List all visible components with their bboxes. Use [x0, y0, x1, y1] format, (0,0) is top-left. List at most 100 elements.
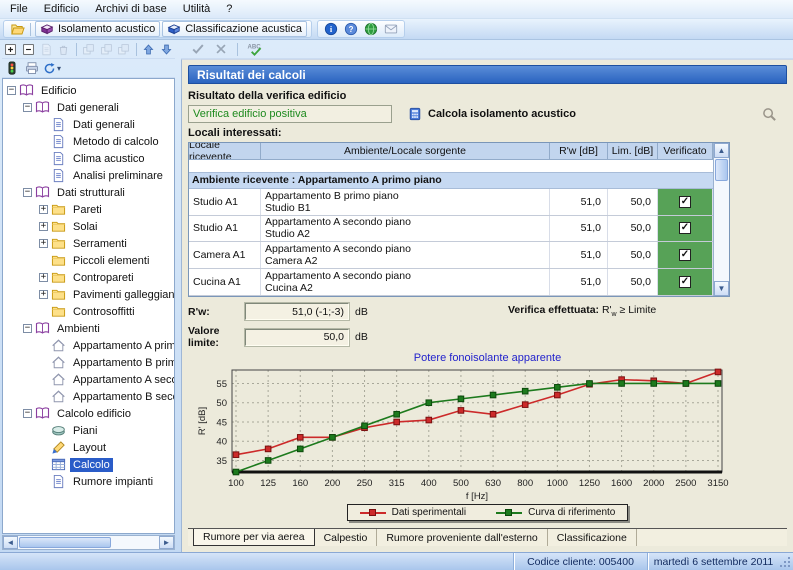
table-row[interactable]: Studio A1 Appartamento A secondo pianoSt…	[189, 216, 713, 243]
table-vertical-scrollbar[interactable]: ▲ ▼	[713, 143, 729, 296]
classificazione-acustica-button[interactable]: Classificazione acustica	[162, 21, 307, 37]
scrollbar-thumb[interactable]	[715, 159, 728, 181]
svg-text:315: 315	[389, 478, 405, 489]
verified-checkbox[interactable]: ✓	[679, 222, 691, 234]
verified-checkbox[interactable]: ✓	[679, 249, 691, 261]
scroll-left-icon[interactable]: ◄	[3, 536, 18, 549]
web-button[interactable]	[362, 21, 380, 37]
col-rw[interactable]: R'w [dB]	[550, 143, 608, 160]
paste-button[interactable]	[116, 41, 132, 57]
spellcheck-button[interactable]	[245, 41, 263, 57]
tree-item-piccoli-elementi[interactable]: Piccoli elementi	[3, 252, 174, 269]
expand-expander-icon[interactable]: +	[39, 239, 48, 248]
col-verificato[interactable]: Verificato	[658, 143, 713, 160]
collapse-expander-icon[interactable]: −	[23, 188, 32, 197]
expand-all-button[interactable]	[3, 41, 19, 57]
scroll-down-icon[interactable]: ▼	[714, 281, 729, 296]
move-down-button[interactable]	[158, 41, 174, 57]
collapse-expander-icon[interactable]: −	[23, 324, 32, 333]
tree-horizontal-scrollbar[interactable]: ◄ ►	[2, 535, 175, 550]
tree-item-rumore-impianti[interactable]: Rumore impianti	[3, 473, 174, 490]
tree-item-layout[interactable]: Layout	[3, 439, 174, 456]
tree-item-dati-strutturali[interactable]: −Dati strutturali	[3, 184, 174, 201]
menu-edificio[interactable]: Edificio	[36, 1, 87, 17]
tree-item-ambienti[interactable]: −Ambienti	[3, 320, 174, 337]
cancel-button[interactable]	[212, 41, 230, 57]
menu-file[interactable]: File	[2, 1, 36, 17]
tree-item-appartamento-b-secondo-piano[interactable]: Appartamento B secondo piano	[3, 388, 174, 405]
tab-rumore-esterno[interactable]: Rumore proveniente dall'esterno	[377, 529, 547, 546]
scroll-right-icon[interactable]: ►	[159, 536, 174, 549]
tree-item-controsoffitti[interactable]: Controsoffitti	[3, 303, 174, 320]
mail-button[interactable]	[382, 21, 400, 37]
tree-item-solai[interactable]: +Solai	[3, 218, 174, 235]
menu-archivi-di-base[interactable]: Archivi di base	[87, 1, 175, 17]
delete-item-button[interactable]	[56, 41, 72, 57]
toolbar-separator	[136, 43, 137, 56]
verified-checkbox[interactable]: ✓	[679, 196, 691, 208]
table-row[interactable]: Cucina A1 Appartamento A secondo pianoCu…	[189, 269, 713, 296]
classificazione-acustica-label: Classificazione acustica	[185, 23, 302, 35]
verified-checkbox[interactable]: ✓	[679, 276, 691, 288]
tree-item-dati-generali[interactable]: Dati generali	[3, 116, 174, 133]
tree-item-serramenti[interactable]: +Serramenti	[3, 235, 174, 252]
folder-icon	[51, 202, 66, 217]
expand-expander-icon[interactable]: +	[39, 273, 48, 282]
result-field[interactable]: Verifica edificio positiva	[188, 105, 392, 123]
duplicate-button[interactable]	[98, 41, 114, 57]
tree-item-calcolo[interactable]: Calcolo	[3, 456, 174, 473]
traffic-light-button[interactable]	[3, 60, 21, 76]
move-up-button[interactable]	[141, 41, 157, 57]
tab-rumore-per-via-aerea[interactable]: Rumore per via aerea	[193, 529, 315, 546]
tree-item-analisi-preliminare[interactable]: Analisi preliminare	[3, 167, 174, 184]
open-folder-button[interactable]	[8, 21, 26, 37]
calcola-isolamento-button[interactable]: Calcola isolamento acustico	[408, 107, 576, 121]
tree-item-pavimenti-galleggianti[interactable]: +Pavimenti galleggianti	[3, 286, 174, 303]
col-locale-ricevente[interactable]: Locale ricevente	[189, 143, 261, 160]
tab-calpestio[interactable]: Calpestio	[315, 529, 378, 546]
tree-item-edificio[interactable]: −Edificio	[3, 82, 174, 99]
svg-text:500: 500	[453, 478, 469, 489]
folder-icon	[51, 304, 66, 319]
magnifier-icon[interactable]	[762, 107, 777, 122]
refresh-dropdown-icon[interactable]: ▾	[57, 64, 61, 73]
tree-item-contropareti[interactable]: +Contropareti	[3, 269, 174, 286]
tree-item-appartamento-a-primo-piano[interactable]: Appartamento A primo piano	[3, 337, 174, 354]
panel-title: Risultati dei calcoli	[188, 65, 787, 84]
tree-item-dati-generali-group[interactable]: −Dati generali	[3, 99, 174, 116]
scroll-up-icon[interactable]: ▲	[714, 143, 729, 158]
copy-button[interactable]	[81, 41, 97, 57]
expand-expander-icon[interactable]: +	[39, 205, 48, 214]
new-item-button[interactable]	[38, 41, 54, 57]
menu-help[interactable]: ?	[218, 1, 240, 17]
collapse-expander-icon[interactable]: −	[23, 103, 32, 112]
collapse-expander-icon[interactable]: −	[23, 409, 32, 418]
tree-item-piani[interactable]: Piani	[3, 422, 174, 439]
tree-item-appartamento-b-primo-piano[interactable]: Appartamento B primo piano	[3, 354, 174, 371]
isolamento-acustico-button[interactable]: Isolamento acustico	[35, 21, 160, 37]
info-button[interactable]	[322, 21, 340, 37]
table-row[interactable]: Studio A1 Appartamento B primo pianoStud…	[189, 189, 713, 216]
collapse-all-button[interactable]	[21, 41, 37, 57]
collapse-expander-icon[interactable]: −	[7, 86, 16, 95]
menu-utilita[interactable]: Utilità	[175, 1, 219, 17]
resize-grip[interactable]	[779, 553, 793, 570]
chart: 1001251602002503154005006308001000125016…	[194, 364, 734, 504]
help-button[interactable]	[342, 21, 360, 37]
col-ambiente-sorgente[interactable]: Ambiente/Locale sorgente	[261, 143, 550, 160]
tree-item-metodo-di-calcolo[interactable]: Metodo di calcolo	[3, 133, 174, 150]
tree-item-pareti[interactable]: +Pareti	[3, 201, 174, 218]
tab-classificazione[interactable]: Classificazione	[548, 529, 637, 546]
limit-label: Valore limite:	[188, 325, 245, 349]
tree-item-calcolo-edificio[interactable]: −Calcolo edificio	[3, 405, 174, 422]
refresh-button[interactable]: ▾	[43, 60, 61, 76]
tree-item-appartamento-a-secondo-piano[interactable]: Appartamento A secondo piano	[3, 371, 174, 388]
table-row[interactable]: Camera A1 Appartamento A secondo pianoCa…	[189, 242, 713, 269]
scrollbar-thumb[interactable]	[19, 537, 111, 548]
expand-expander-icon[interactable]: +	[39, 222, 48, 231]
expand-expander-icon[interactable]: +	[39, 290, 48, 299]
tree-item-clima-acustico[interactable]: Clima acustico	[3, 150, 174, 167]
print-button[interactable]	[23, 60, 41, 76]
col-lim[interactable]: Lim. [dB]	[608, 143, 658, 160]
confirm-button[interactable]	[189, 41, 207, 57]
